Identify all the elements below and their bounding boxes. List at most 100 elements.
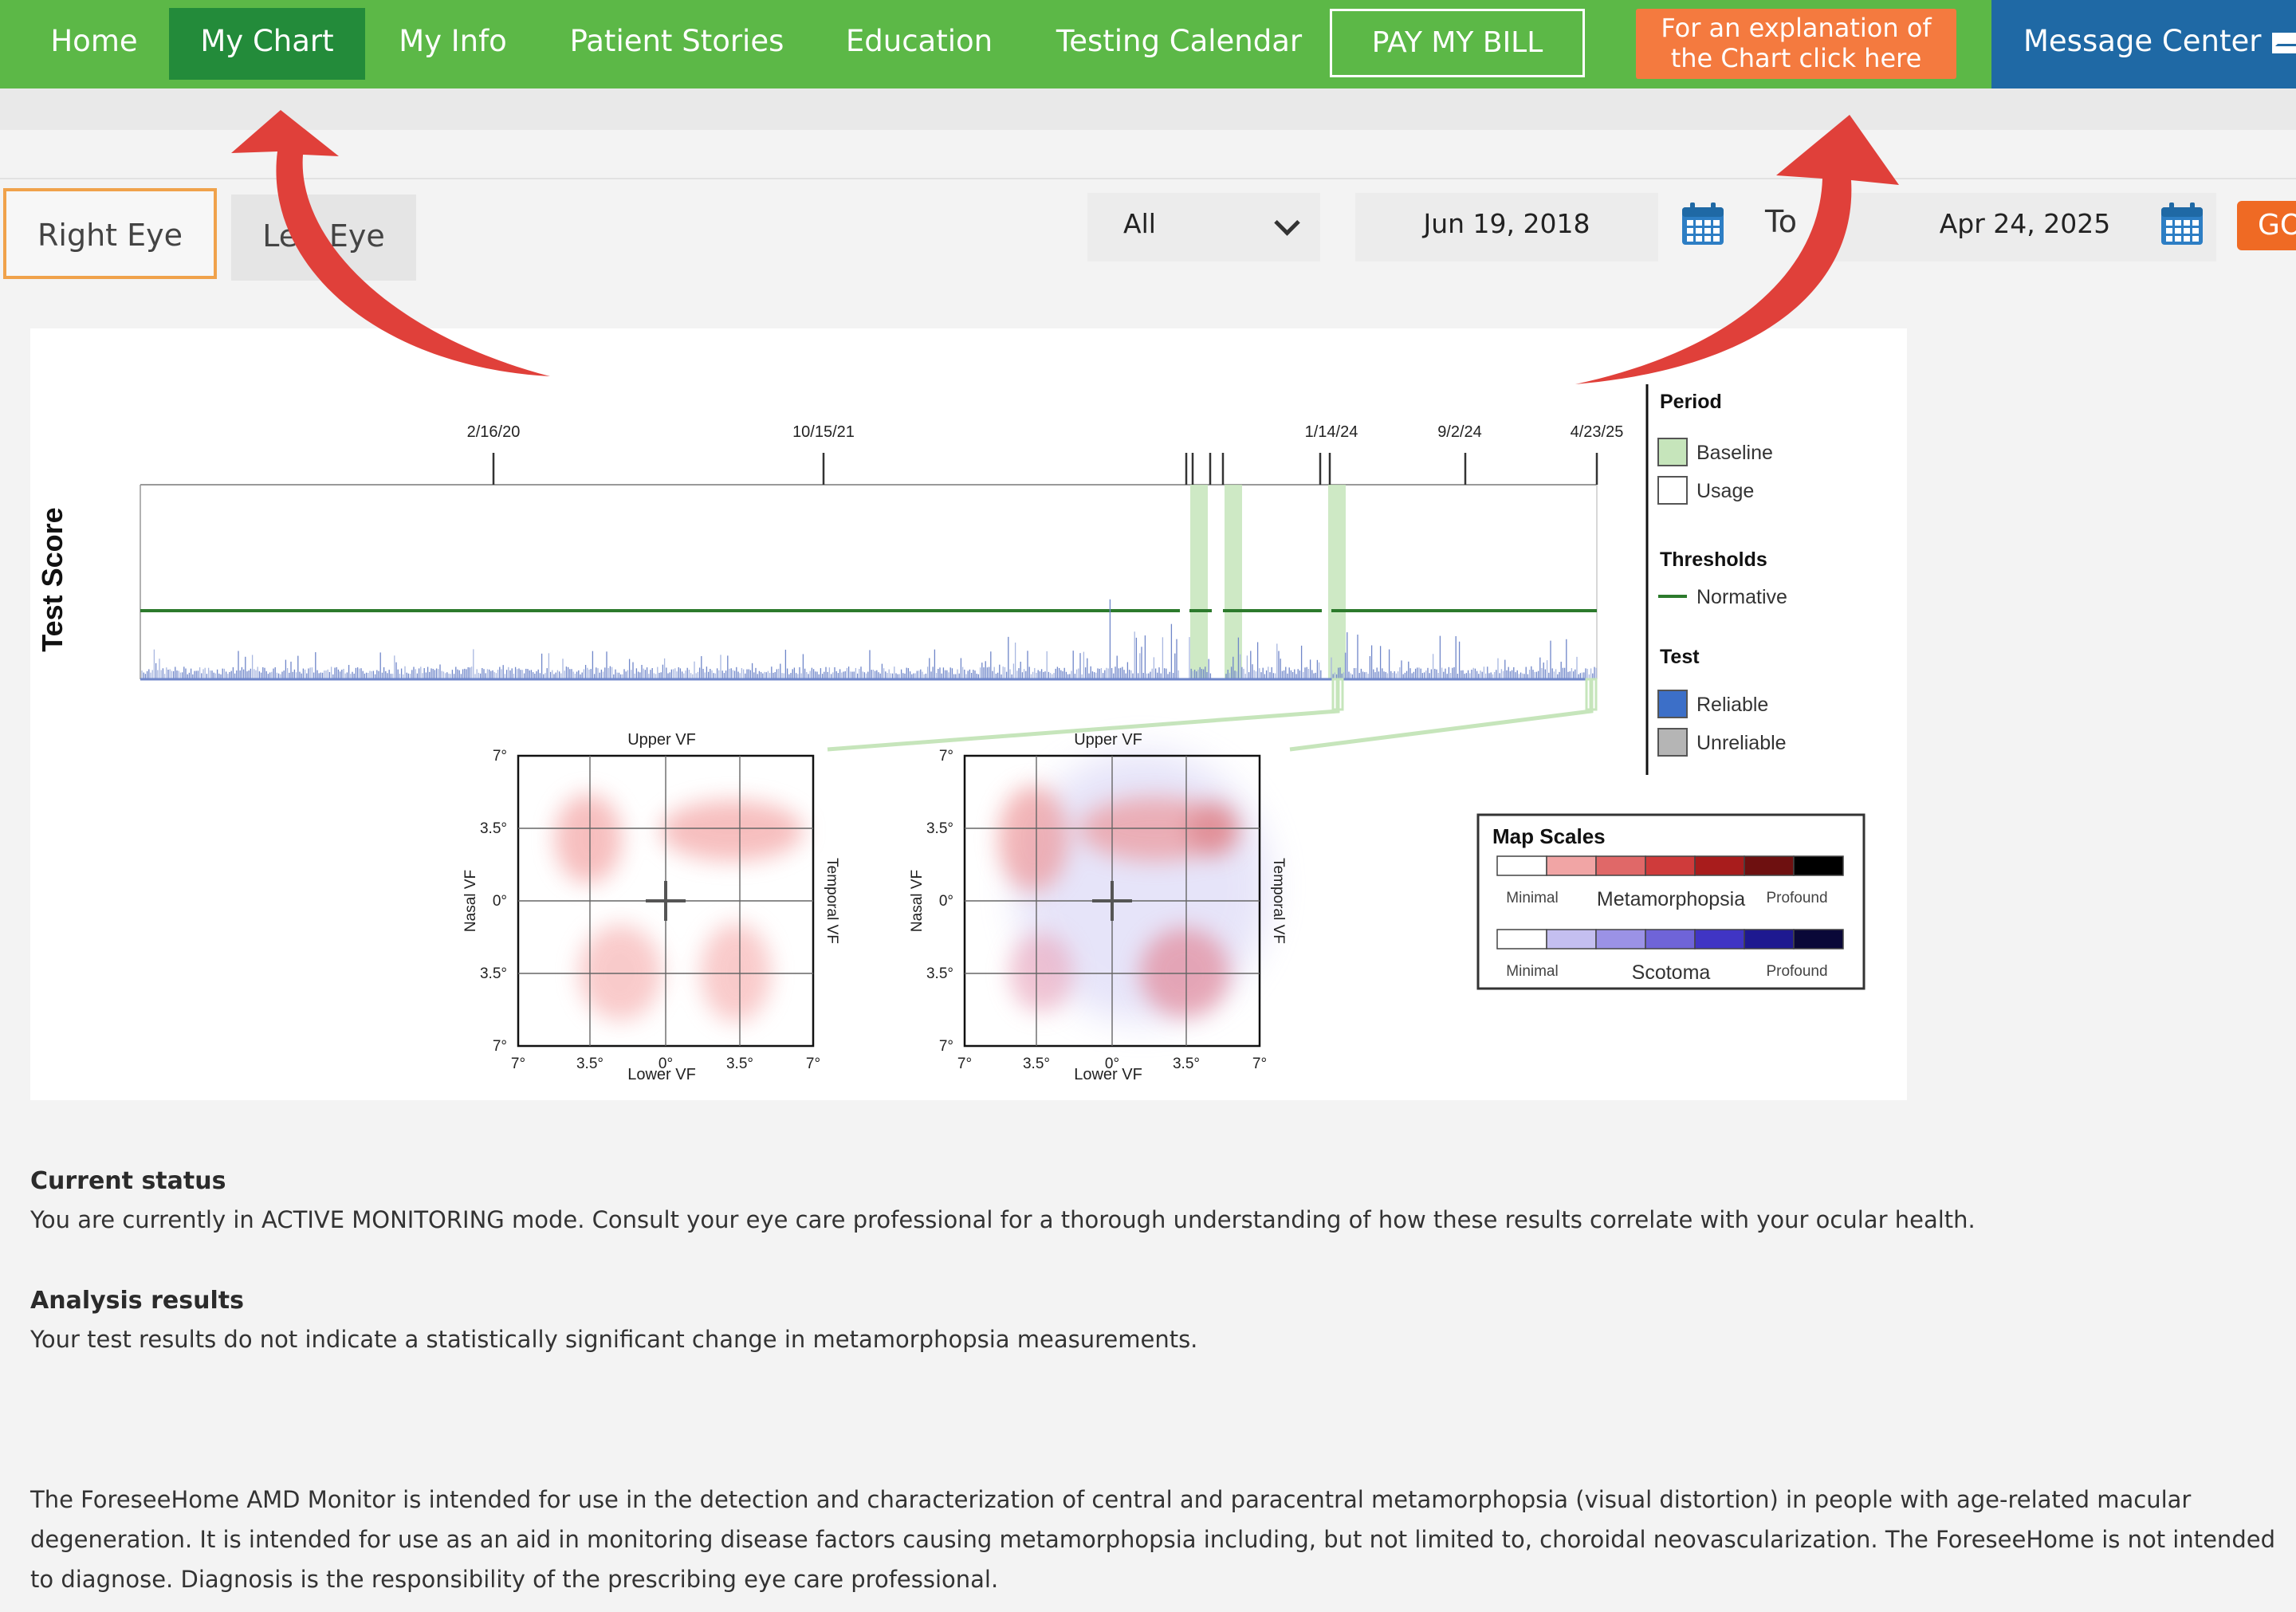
visual-field-map-2: Upper VF Lower VF Nasal VF Temporal VF 7… (909, 731, 1287, 1083)
scale-swatch (1546, 929, 1597, 950)
legend-period-title: Period (1660, 391, 1722, 413)
map-scales-title: Map Scales (1492, 824, 1606, 848)
nav-testing-calendar[interactable]: Testing Calendar (1046, 0, 1312, 88)
analysis-results-section: Analysis results Your test results do no… (30, 1287, 1197, 1353)
map-right-label: Temporal VF (1270, 858, 1287, 944)
scale-swatch (1595, 855, 1646, 876)
map-top-label: Upper VF (627, 731, 696, 749)
legend-test-title: Test (1660, 646, 1700, 668)
meta-scale-label: Metamorphopsia (1597, 888, 1745, 910)
metamorphopsia-scale (1496, 855, 1844, 876)
message-center-label: Message Center (2023, 24, 2262, 58)
map-y-tick: 3.5° (480, 965, 507, 982)
scale-swatch (1645, 929, 1696, 950)
analysis-results-text: Your test results do not indicate a stat… (30, 1326, 1198, 1353)
scale-swatch (1744, 855, 1795, 876)
tab-right-eye[interactable]: Right Eye (3, 188, 217, 279)
map-x-tick: 3.5° (726, 1056, 753, 1072)
scotoma-scale (1496, 929, 1844, 950)
map-x-tick: 3.5° (1173, 1056, 1200, 1072)
current-status-section: Current status You are currently in ACTI… (30, 1167, 1976, 1233)
nav-education[interactable]: Education (835, 0, 1003, 88)
scale-swatch (1546, 855, 1597, 876)
meta-profound-label: Profound (1766, 890, 1827, 906)
x-tick-label: 1/14/24 (1305, 423, 1358, 441)
legend-thresholds-title: Thresholds (1660, 548, 1767, 571)
explain-line-1: For an explanation of (1661, 13, 1932, 43)
to-label: To (1765, 204, 1798, 239)
x-tick-label: 4/23/25 (1571, 423, 1624, 441)
map-scales-box: Map Scales Minimal Metamorphopsia Profou… (1476, 813, 1866, 990)
map-x-tick: 7° (511, 1056, 525, 1072)
explain-line-2: the Chart click here (1670, 43, 1922, 73)
test-filter-value: All (1123, 208, 1156, 239)
map-y-tick: 3.5° (926, 820, 953, 837)
nav-home[interactable]: Home (32, 0, 156, 88)
legend-usage: Usage (1696, 480, 1754, 502)
sub-bar (0, 88, 2296, 130)
map-left-label: Nasal VF (462, 870, 479, 932)
go-button[interactable]: GO (2237, 201, 2296, 250)
map-x-tick: 7° (957, 1056, 972, 1072)
chevron-down-icon (1274, 210, 1300, 236)
tab-left-eye[interactable]: Left Eye (231, 195, 416, 281)
x-tick-label: 10/15/21 (792, 423, 855, 441)
map-y-tick: 3.5° (480, 820, 507, 837)
map-left-label: Nasal VF (909, 870, 926, 932)
nav-my-chart[interactable]: My Chart (169, 8, 365, 80)
scale-swatch (1793, 929, 1844, 950)
top-nav: Home My Chart My Info Patient Stories Ed… (0, 0, 2296, 88)
legend-normative: Normative (1696, 586, 1787, 608)
pay-my-bill-button[interactable]: PAY MY BILL (1330, 9, 1585, 77)
x-tick-label: 2/16/20 (467, 423, 521, 441)
map-x-tick: 7° (1252, 1056, 1267, 1072)
analysis-results-title: Analysis results (30, 1287, 244, 1315)
meta-minimal-label: Minimal (1506, 890, 1558, 906)
map-x-tick: 3.5° (576, 1056, 603, 1072)
legend-reliable: Reliable (1696, 694, 1768, 716)
legend-unreliable: Unreliable (1696, 732, 1787, 754)
chart-legend: Period Baseline Usage Thresholds Normati… (1657, 391, 1787, 757)
nav-my-info[interactable]: My Info (383, 0, 523, 88)
scale-swatch (1496, 929, 1547, 950)
x-tick-label: 9/2/24 (1437, 423, 1482, 441)
scale-swatch (1694, 855, 1745, 876)
scale-swatch (1694, 929, 1745, 950)
mail-icon (2272, 33, 2296, 53)
amd-chart: Test Score 2/16/20 10/15/21 1/14/24 9/2/… (36, 384, 1866, 1083)
scot-minimal-label: Minimal (1506, 963, 1558, 980)
calendar-icon[interactable] (1680, 201, 1726, 247)
map-y-tick: 0° (939, 893, 953, 910)
chart-panel[interactable]: Test Score 2/16/20 10/15/21 1/14/24 9/2/… (30, 328, 1907, 1100)
map-right-label: Temporal VF (824, 858, 840, 944)
map-x-tick: 0° (1105, 1056, 1119, 1072)
disclaimer-text: The ForeseeHome AMD Monitor is intended … (30, 1486, 2275, 1593)
baseline-period-bands (1190, 485, 1346, 679)
current-status-text: You are currently in ACTIVE MONITORING m… (30, 1206, 1976, 1233)
message-center-button[interactable]: Message Center (1991, 0, 2296, 88)
chart-explanation-button[interactable]: For an explanation of the Chart click he… (1636, 9, 1956, 79)
map-x-tick: 7° (806, 1056, 820, 1072)
map-top-label: Upper VF (1074, 731, 1142, 749)
scale-swatch (1793, 855, 1844, 876)
spacer-band (0, 130, 2296, 179)
visual-field-map-1: Upper VF Lower VF Nasal VF Temporal VF 7… (462, 731, 840, 1083)
map-x-tick: 3.5° (1023, 1056, 1050, 1072)
map-y-tick: 7° (493, 748, 507, 765)
scale-swatch (1496, 855, 1547, 876)
scot-scale-label: Scotoma (1632, 961, 1711, 984)
scale-swatch (1744, 929, 1795, 950)
map-x-tick: 0° (659, 1056, 673, 1072)
from-date-field[interactable]: Jun 19, 2018 (1355, 193, 1658, 261)
scot-profound-label: Profound (1766, 963, 1827, 980)
map-y-tick: 7° (493, 1038, 507, 1055)
map-y-tick: 3.5° (926, 965, 953, 982)
current-status-title: Current status (30, 1167, 226, 1195)
calendar-icon[interactable] (2159, 201, 2205, 247)
test-filter-select[interactable]: All (1087, 193, 1320, 261)
legend-baseline: Baseline (1696, 442, 1773, 464)
scale-swatch (1595, 929, 1646, 950)
map-y-tick: 7° (939, 1038, 953, 1055)
map-y-tick: 0° (493, 893, 507, 910)
nav-patient-stories[interactable]: Patient Stories (558, 0, 796, 88)
